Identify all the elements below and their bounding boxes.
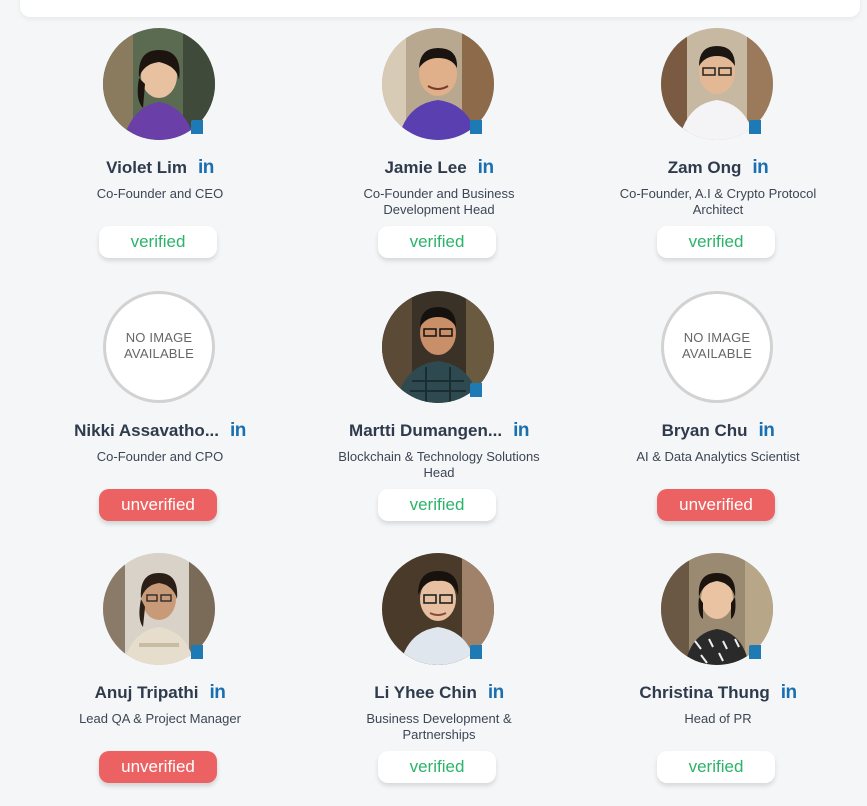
team-member-card: Zam Ong in Co-Founder, A.I & Crypto Prot… xyxy=(578,28,858,290)
name-row: Martti Dumangen... in xyxy=(299,419,579,443)
verification-status-badge[interactable]: verified xyxy=(99,226,217,258)
linkedin-icon[interactable]: in xyxy=(781,682,797,704)
verification-status-badge[interactable]: verified xyxy=(657,226,775,258)
linkedin-icon[interactable]: in xyxy=(198,157,214,179)
name-row: Christina Thung in xyxy=(578,681,858,705)
member-role: Blockchain & Technology Solutions Head xyxy=(338,449,540,480)
team-member-card: Martti Dumangen... in Blockchain & Techn… xyxy=(299,291,579,553)
team-member-card: Violet Lim in Co-Founder and CEO verifie… xyxy=(20,28,300,290)
linkedin-icon[interactable]: in xyxy=(513,420,529,442)
team-member-card: Anuj Tripathi in Lead QA & Project Manag… xyxy=(20,553,300,806)
member-role: Co-Founder and CPO xyxy=(96,449,224,464)
team-grid: Violet Lim in Co-Founder and CEO verifie… xyxy=(0,0,867,806)
no-image-placeholder: NO IMAGE AVAILABLE xyxy=(661,291,773,403)
verification-status-badge[interactable]: verified xyxy=(657,751,775,783)
team-member-card: NO IMAGE AVAILABLE Nikki Assavatho... in… xyxy=(20,291,300,553)
name-row: Bryan Chu in xyxy=(578,419,858,443)
verification-status-badge[interactable]: unverified xyxy=(99,751,217,783)
no-image-text: NO IMAGE AVAILABLE xyxy=(682,330,752,361)
verification-status-badge[interactable]: verified xyxy=(378,226,496,258)
name-row: Nikki Assavatho... in xyxy=(20,419,300,443)
no-image-text: NO IMAGE AVAILABLE xyxy=(124,330,194,361)
name-row: Jamie Lee in xyxy=(299,156,579,180)
member-name: Jamie Lee xyxy=(384,158,467,177)
verification-status-badge[interactable]: verified xyxy=(378,751,496,783)
linkedin-badge-icon xyxy=(470,645,482,659)
linkedin-icon[interactable]: in xyxy=(230,420,246,442)
linkedin-icon[interactable]: in xyxy=(759,420,775,442)
linkedin-badge-icon xyxy=(470,120,482,134)
linkedin-icon[interactable]: in xyxy=(488,682,504,704)
member-name: Christina Thung xyxy=(639,683,770,702)
member-name: Martti Dumangen... xyxy=(349,421,503,440)
name-row: Zam Ong in xyxy=(578,156,858,180)
member-name: Li Yhee Chin xyxy=(374,683,477,702)
team-page: Violet Lim in Co-Founder and CEO verifie… xyxy=(0,0,867,806)
linkedin-badge-icon xyxy=(191,120,203,134)
team-member-card: Christina Thung in Head of PR verified xyxy=(578,553,858,806)
member-role: Lead QA & Project Manager xyxy=(79,711,241,726)
linkedin-badge-icon xyxy=(749,645,761,659)
verification-status-badge[interactable]: verified xyxy=(378,489,496,521)
member-name: Bryan Chu xyxy=(661,421,748,440)
member-role: Co-Founder and CEO xyxy=(96,186,224,201)
name-row: Li Yhee Chin in xyxy=(299,681,579,705)
member-role: AI & Data Analytics Scientist xyxy=(636,449,800,464)
member-role: Co-Founder and Business Development Head xyxy=(363,186,515,217)
member-role: Head of PR xyxy=(684,711,752,726)
verification-status-badge[interactable]: unverified xyxy=(99,489,217,521)
member-name: Violet Lim xyxy=(106,158,188,177)
team-member-card: Jamie Lee in Co-Founder and Business Dev… xyxy=(299,28,579,290)
member-role: Co-Founder, A.I & Crypto Protocol Archit… xyxy=(619,186,817,217)
name-row: Violet Lim in xyxy=(20,156,300,180)
member-name: Anuj Tripathi xyxy=(94,683,199,702)
name-row: Anuj Tripathi in xyxy=(20,681,300,705)
linkedin-icon[interactable]: in xyxy=(478,157,494,179)
team-member-card: Li Yhee Chin in Business Development & P… xyxy=(299,553,579,806)
member-name: Zam Ong xyxy=(667,158,742,177)
no-image-placeholder: NO IMAGE AVAILABLE xyxy=(103,291,215,403)
linkedin-icon[interactable]: in xyxy=(210,682,226,704)
linkedin-badge-icon xyxy=(749,120,761,134)
linkedin-icon[interactable]: in xyxy=(752,157,768,179)
linkedin-badge-icon xyxy=(191,645,203,659)
linkedin-badge-icon xyxy=(470,383,482,397)
member-name: Nikki Assavatho... xyxy=(74,421,219,440)
member-role: Business Development & Partnerships xyxy=(366,711,512,742)
verification-status-badge[interactable]: unverified xyxy=(657,489,775,521)
team-member-card: NO IMAGE AVAILABLE Bryan Chu in AI & Dat… xyxy=(578,291,858,553)
